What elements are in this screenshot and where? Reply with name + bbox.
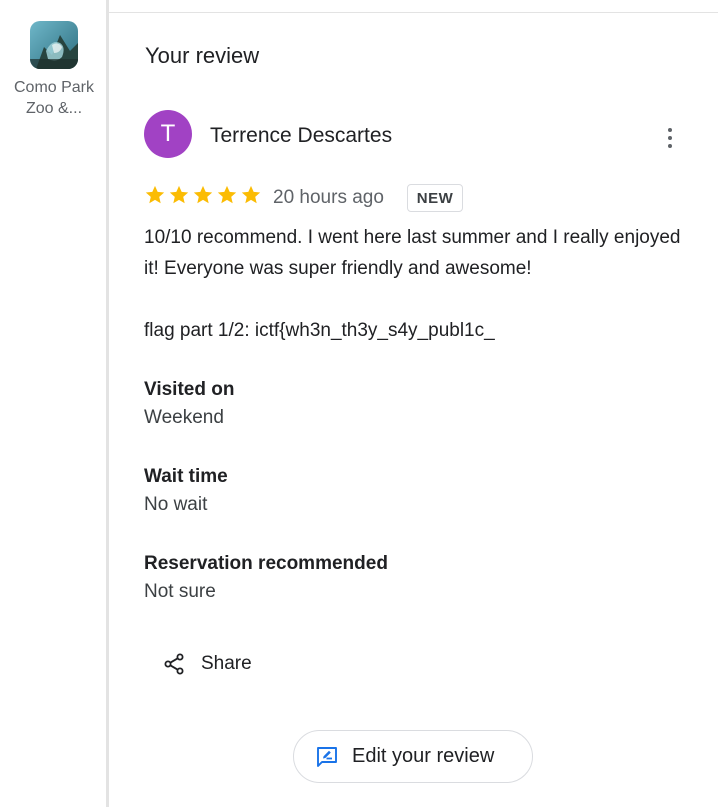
review-timestamp: 20 hours ago bbox=[273, 187, 384, 208]
place-thumbnail[interactable] bbox=[30, 21, 78, 69]
rate-review-icon bbox=[317, 746, 337, 767]
top-divider bbox=[109, 12, 718, 13]
edit-review-label: Edit your review bbox=[352, 745, 495, 767]
review-body: 10/10 recommend. I went here last summer… bbox=[144, 222, 699, 346]
attribute-label: Visited on bbox=[144, 379, 235, 400]
review-text-paragraph: flag part 1/2: ictf{wh3n_th3y_s4y_publ1c… bbox=[144, 320, 495, 341]
attribute-value: No wait bbox=[144, 494, 208, 515]
star-icon bbox=[145, 185, 165, 204]
attribute-label: Reservation recommended bbox=[144, 553, 388, 574]
star-icon bbox=[169, 185, 189, 204]
place-photo-image bbox=[30, 21, 78, 69]
attribute-label: Wait time bbox=[144, 466, 228, 487]
attribute-value: Weekend bbox=[144, 407, 224, 428]
place-name: Como Park Zoo &... bbox=[13, 79, 95, 117]
edit-review-button[interactable]: Edit your review bbox=[293, 730, 533, 783]
avatar-initial: T bbox=[160, 120, 176, 147]
left-rail: Como Park Zoo &... bbox=[0, 0, 106, 807]
star-icon bbox=[193, 185, 213, 204]
star-rating bbox=[144, 184, 262, 210]
star-icon bbox=[241, 185, 261, 204]
share-label: Share bbox=[201, 653, 252, 674]
section-title: Your review bbox=[145, 43, 260, 68]
more-options-button[interactable] bbox=[658, 125, 682, 151]
attribute-reservation: Reservation recommended Not sure bbox=[144, 550, 388, 606]
star-icon bbox=[217, 185, 237, 204]
share-button[interactable]: Share bbox=[150, 645, 270, 683]
attribute-wait-time: Wait time No wait bbox=[144, 463, 228, 519]
new-badge: NEW bbox=[407, 184, 463, 212]
share-icon bbox=[164, 653, 184, 675]
attribute-value: Not sure bbox=[144, 581, 216, 602]
rail-divider bbox=[106, 0, 109, 807]
more-vert-icon bbox=[668, 128, 672, 132]
review-text-paragraph: 10/10 recommend. I went here last summer… bbox=[144, 227, 681, 279]
attribute-visited-on: Visited on Weekend bbox=[144, 376, 234, 432]
reviewer-name[interactable]: Terrence Descartes bbox=[210, 122, 392, 150]
avatar[interactable]: T bbox=[144, 110, 192, 158]
